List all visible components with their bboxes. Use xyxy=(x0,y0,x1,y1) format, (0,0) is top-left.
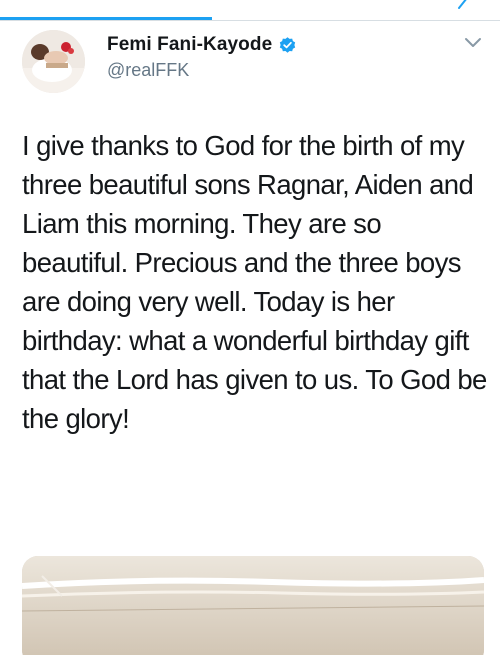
tweet-text: I give thanks to God for the birth of my… xyxy=(22,130,487,434)
tweet-media-image[interactable] xyxy=(22,556,484,655)
handle[interactable]: @realFFK xyxy=(107,60,189,81)
avatar[interactable] xyxy=(22,30,85,93)
tweet-header: Femi Fani-Kayode @realFFK xyxy=(22,30,482,93)
share-icon[interactable] xyxy=(456,0,470,10)
display-name[interactable]: Femi Fani-Kayode xyxy=(107,34,272,56)
name-row: Femi Fani-Kayode xyxy=(107,33,297,57)
verified-badge-icon xyxy=(278,36,297,55)
chevron-down-icon[interactable] xyxy=(464,36,482,48)
tweet-screen: Femi Fani-Kayode @realFFK I give thanks … xyxy=(0,0,500,655)
top-divider xyxy=(0,20,500,21)
